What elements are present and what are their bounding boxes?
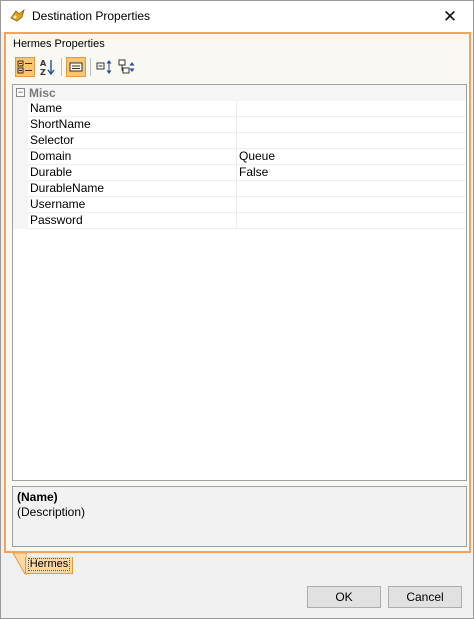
property-row-durable[interactable]: Durable False	[13, 165, 466, 181]
expand-all-button[interactable]	[95, 57, 115, 77]
property-row-selector[interactable]: Selector	[13, 133, 466, 149]
window-title: Destination Properties	[32, 9, 151, 23]
svg-text:Z: Z	[40, 68, 46, 76]
cancel-button[interactable]: Cancel	[388, 586, 462, 608]
categorized-icon	[17, 60, 32, 74]
hermes-tab-panel: Hermes Properties A Z − Misc Name ShortN…	[4, 32, 471, 553]
tab-label: Hermes	[28, 558, 70, 571]
dialog-window: Destination Properties ✕ Hermes Properti…	[0, 0, 474, 619]
property-grid: − Misc Name ShortName Selector Domain Qu…	[12, 84, 467, 481]
property-value[interactable]	[237, 101, 466, 117]
collapse-all-button[interactable]	[117, 57, 137, 77]
property-name: Domain	[28, 149, 237, 165]
title-bar: Destination Properties ✕	[1, 1, 473, 32]
property-grid-toolbar: A Z	[12, 55, 465, 81]
property-name: Durable	[28, 165, 237, 181]
property-value[interactable]: False	[237, 165, 466, 181]
property-value[interactable]	[237, 181, 466, 197]
property-row-domain[interactable]: Domain Queue	[13, 149, 466, 165]
collapse-all-icon	[118, 59, 135, 74]
expand-all-icon	[96, 60, 112, 74]
property-name: Username	[28, 197, 237, 213]
collapse-toggle-icon[interactable]: −	[16, 88, 25, 97]
tab-hermes[interactable]: Hermes	[25, 557, 73, 574]
property-value[interactable]	[237, 213, 466, 229]
property-row-username[interactable]: Username	[13, 197, 466, 213]
property-value[interactable]: Queue	[237, 149, 466, 165]
description-pane: (Name) (Description)	[12, 486, 467, 547]
alphabetical-button[interactable]: A Z	[37, 57, 57, 77]
categorized-button[interactable]	[15, 57, 35, 77]
property-value[interactable]	[237, 117, 466, 133]
close-icon: ✕	[442, 6, 458, 26]
close-button[interactable]: ✕	[427, 1, 473, 32]
property-row-name[interactable]: Name	[13, 101, 466, 117]
property-name: Name	[28, 101, 237, 117]
description-title: (Name)	[17, 490, 58, 504]
alphabetical-icon: A Z	[40, 59, 55, 76]
description-text: (Description)	[17, 505, 86, 519]
category-name: Misc	[29, 86, 56, 100]
property-name: DurableName	[28, 181, 237, 197]
property-pages-icon	[69, 62, 83, 72]
property-row-password[interactable]: Password	[13, 213, 466, 229]
app-icon	[10, 8, 26, 23]
svg-text:A: A	[40, 59, 47, 68]
property-pages-button[interactable]	[66, 57, 86, 77]
property-name: Password	[28, 213, 237, 229]
property-row-shortname[interactable]: ShortName	[13, 117, 466, 133]
property-group-label: Hermes Properties	[13, 38, 105, 50]
property-name: Selector	[28, 133, 237, 149]
category-row-misc[interactable]: − Misc	[13, 85, 466, 101]
property-name: ShortName	[28, 117, 237, 133]
property-value[interactable]	[237, 197, 466, 213]
property-row-durablename[interactable]: DurableName	[13, 181, 466, 197]
ok-button[interactable]: OK	[307, 586, 381, 608]
property-value[interactable]	[237, 133, 466, 149]
